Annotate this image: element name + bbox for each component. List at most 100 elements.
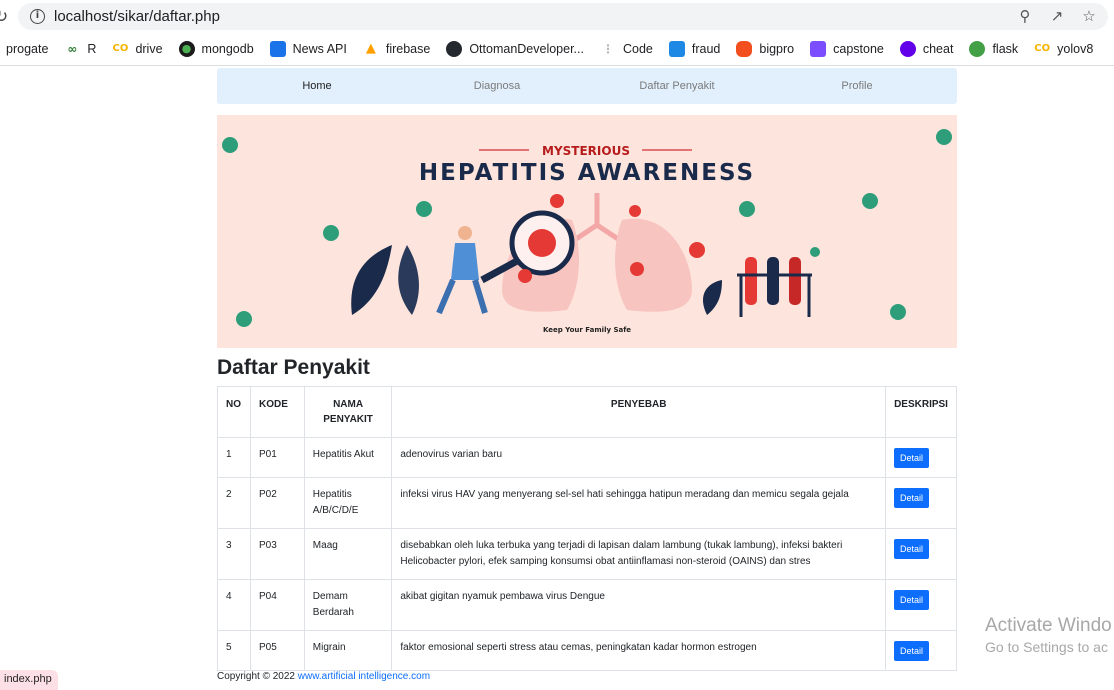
copyright-text: Copyright © 2022 [217,671,298,682]
share-icon[interactable]: ↗ [1048,7,1066,25]
bookmark-github[interactable]: OttomanDeveloper... [446,41,584,57]
chrome-separator [0,65,1114,66]
cell-penyebab: infeksi virus HAV yang menyerang sel-sel… [391,477,887,529]
page-title: Daftar Penyakit [217,356,370,379]
footer-link[interactable]: www.artificial intelligence.com [298,671,430,682]
cell-no: 4 [217,579,251,631]
header-nama-penyakit: NAMA PENYAKIT [303,386,393,438]
reload-icon[interactable]: ↻ [0,7,8,27]
cell-nama: Demam Berdarah [303,579,393,631]
cell-deskripsi: Detail [885,528,957,580]
bookmark-news-api[interactable]: News API [269,41,347,57]
bookmark-firebase[interactable]: ▲ firebase [363,41,430,57]
watermark-line-2: Go to Settings to ac [985,639,1108,655]
bookmark-r[interactable]: ∞ R [64,41,96,57]
cell-penyebab: akibat gigitan nyamuk pembawa virus Deng… [391,579,887,631]
nav-home[interactable]: Home [227,68,407,104]
bookmark-yolov8[interactable]: CO yolov8 [1034,41,1093,57]
figma-icon [736,41,753,57]
robot-icon [810,41,827,57]
cell-nama: Hepatitis A/B/C/D/E [303,477,393,529]
star-icon[interactable]: ☆ [1080,7,1098,25]
site-info-icon[interactable]: i [30,9,45,24]
banner-title: HEPATITIS AWARENESS [419,160,755,186]
table-row: 1 P01 Hepatitis Akut adenovirus varian b… [217,437,957,478]
cell-deskripsi: Detail [885,477,957,529]
r-icon: ∞ [67,42,78,56]
virus-particles-icon [222,129,952,327]
header-penyebab: PENYEBAB [391,386,887,438]
test-tubes-icon [737,257,812,317]
cell-no: 5 [217,630,251,671]
cell-deskripsi: Detail [885,630,957,671]
cell-kode: P03 [249,528,305,580]
co-icon: CO [112,43,129,54]
detail-button[interactable]: Detail [894,488,930,508]
cell-deskripsi: Detail [885,579,957,631]
flame-icon: ▲ [365,41,376,56]
header-deskripsi: DESKRIPSI [885,386,957,438]
cell-kode: P01 [249,437,305,478]
detail-button[interactable]: Detail [894,448,930,468]
cell-penyebab: disebabkan oleh luka terbuka yang terjad… [391,528,887,580]
table-row: 5 P05 Migrain faktor emosional seperti s… [217,630,957,671]
cell-kode: P05 [249,630,305,671]
bookmark-cheat[interactable]: cheat [899,41,953,57]
cell-no: 3 [217,528,251,580]
board-icon [668,41,685,57]
cell-kode: P04 [249,579,305,631]
github-icon [446,41,463,57]
disease-table: NO KODE NAMA PENYAKIT PENYEBAB DESKRIPSI… [217,386,957,671]
header-no: NO [217,386,251,438]
leaf-icon: ● [178,41,195,57]
url-text[interactable]: localhost/sikar/daftar.php [54,8,220,25]
cell-deskripsi: Detail [885,437,957,478]
bookmark-progate[interactable]: progate [6,42,48,56]
nav-diagnosa[interactable]: Diagnosa [407,68,587,104]
cell-penyebab: faktor emosional seperti stress atau cem… [391,630,887,671]
bookmark-code[interactable]: ⋮ Code [600,41,653,57]
watermark-line-1: Activate Windo [985,615,1112,636]
table-row: 2 P02 Hepatitis A/B/C/D/E infeksi virus … [217,477,957,529]
detail-button[interactable]: Detail [894,590,930,610]
grid-icon: ⋮ [601,42,614,56]
nav-daftar-penyakit[interactable]: Daftar Penyakit [587,68,767,104]
cell-penyebab: adenovirus varian baru [391,437,887,478]
bookmark-bigpro[interactable]: bigpro [736,41,794,57]
news-icon [269,41,286,57]
table-row: 3 P03 Maag disebabkan oleh luka terbuka … [217,528,957,580]
cell-nama: Hepatitis Akut [303,437,393,478]
table-header-row: NO KODE NAMA PENYAKIT PENYEBAB DESKRIPSI [217,386,957,438]
omnibox[interactable]: i localhost/sikar/daftar.php ⚲ ↗ ☆ [18,3,1108,30]
bookmark-capstone[interactable]: capstone [810,41,884,57]
cell-nama: Migrain [303,630,393,671]
table-row: 4 P04 Demam Berdarah akibat gigitan nyam… [217,579,957,631]
nav-profile[interactable]: Profile [767,68,947,104]
header-kode: KODE [249,386,305,438]
windows-activation-watermark: Activate Windo Go to Settings to ac [985,615,1112,655]
cell-no: 2 [217,477,251,529]
cell-nama: Maag [303,528,393,580]
banner-illustration: MYSTERIOUS HEPATITIS AWARENESS Keep Your… [222,129,952,334]
browser-status-bar: index.php [0,670,58,690]
footer: Copyright © 2022 www.artificial intellig… [217,671,430,682]
globe-icon [969,41,986,57]
cell-no: 1 [217,437,251,478]
bookmarks-bar: progate ∞ R CO drive ● mongodb News API ▲ fi… [0,34,1114,64]
detail-button[interactable]: Detail [894,539,930,559]
banner-kicker: MYSTERIOUS [542,144,630,158]
doctor-figure-icon [436,226,488,315]
cell-kode: P02 [249,477,305,529]
main-navbar: Home Diagnosa Daftar Penyakit Profile [217,68,957,104]
zoom-icon[interactable]: ⚲ [1016,7,1034,25]
hepatitis-awareness-banner: MYSTERIOUS HEPATITIS AWARENESS Keep Your… [217,115,957,348]
bookmark-drive[interactable]: CO drive [112,41,163,57]
bookmark-fraud[interactable]: fraud [668,41,720,57]
browser-address-bar: ↻ i localhost/sikar/daftar.php ⚲ ↗ ☆ [0,0,1114,34]
swirl-icon [899,41,916,57]
co-icon: CO [1034,43,1051,54]
bookmark-flask[interactable]: flask [969,41,1018,57]
bookmark-mongodb[interactable]: ● mongodb [178,41,254,57]
detail-button[interactable]: Detail [894,641,930,661]
banner-tagline: Keep Your Family Safe [543,326,631,334]
